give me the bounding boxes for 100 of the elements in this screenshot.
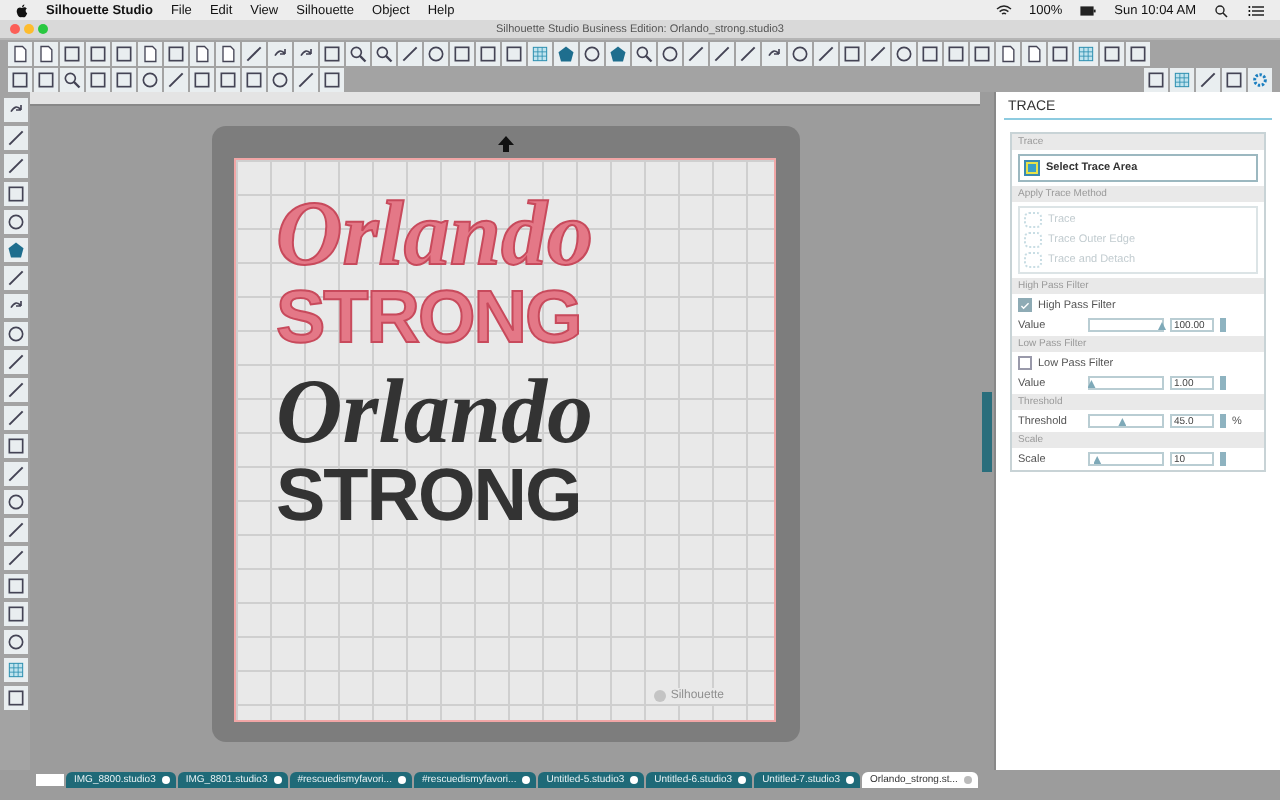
close-icon[interactable] xyxy=(630,776,639,784)
toolbar-button[interactable] xyxy=(944,42,968,66)
slider-thumb[interactable] xyxy=(1158,322,1166,330)
apple-logo-icon[interactable] xyxy=(16,3,28,17)
menu-list-icon[interactable] xyxy=(1248,3,1264,17)
toolbar-button[interactable] xyxy=(398,42,422,66)
toolbar-button[interactable] xyxy=(580,42,604,66)
toolbar-button[interactable] xyxy=(60,68,84,92)
toolbar-button[interactable] xyxy=(3,434,27,458)
toolbar-button[interactable] xyxy=(3,238,27,262)
toolbar-button[interactable] xyxy=(1222,68,1246,92)
toolbar-button[interactable] xyxy=(216,42,240,66)
toolbar-button[interactable] xyxy=(164,42,188,66)
toolbar-button[interactable] xyxy=(450,42,474,66)
wifi-icon[interactable] xyxy=(995,3,1012,17)
slider-track[interactable] xyxy=(1088,376,1164,390)
toolbar-button[interactable] xyxy=(3,294,27,318)
toolbar-button[interactable] xyxy=(242,68,266,92)
toolbar-button[interactable] xyxy=(3,154,27,178)
toolbar-button[interactable] xyxy=(1100,42,1124,66)
toolbar-button[interactable] xyxy=(918,42,942,66)
toolbar-button[interactable] xyxy=(294,68,318,92)
toolbar-button[interactable] xyxy=(3,378,27,402)
toolbar-button[interactable] xyxy=(970,42,994,66)
toolbar-button[interactable] xyxy=(242,42,266,66)
toolbar-button[interactable] xyxy=(320,68,344,92)
toolbar-button[interactable] xyxy=(34,68,58,92)
toolbar-button[interactable] xyxy=(3,210,27,234)
toolbar-button[interactable] xyxy=(3,462,27,486)
toolbar-button[interactable] xyxy=(34,42,58,66)
toolbar-button[interactable] xyxy=(684,42,708,66)
toolbar-button[interactable] xyxy=(268,42,292,66)
toolbar-button[interactable] xyxy=(632,42,656,66)
toolbar-button[interactable] xyxy=(138,42,162,66)
toolbar-button[interactable] xyxy=(3,406,27,430)
toolbar-button[interactable] xyxy=(762,42,786,66)
toolbar-button[interactable] xyxy=(658,42,682,66)
toolbar-button[interactable] xyxy=(138,68,162,92)
toolbar-button[interactable] xyxy=(3,602,27,626)
slider-thumb[interactable] xyxy=(1093,456,1102,464)
close-icon[interactable] xyxy=(522,776,531,784)
toolbar-button[interactable] xyxy=(3,322,27,346)
toolbar-button[interactable] xyxy=(3,126,27,150)
toolbar-button[interactable] xyxy=(8,68,32,92)
toolbar-button[interactable] xyxy=(268,68,292,92)
toolbar-button[interactable] xyxy=(554,42,578,66)
toolbar-button[interactable] xyxy=(216,68,240,92)
toolbar-button[interactable] xyxy=(3,98,27,122)
slider-thumb[interactable] xyxy=(1118,418,1127,426)
toolbar-button[interactable] xyxy=(3,518,27,542)
up-arrow-icon[interactable] xyxy=(495,134,515,154)
toolbar-button[interactable] xyxy=(606,42,630,66)
checkbox[interactable] xyxy=(1018,356,1032,370)
toolbar-button[interactable] xyxy=(3,686,27,710)
toolbar-button[interactable] xyxy=(1126,42,1150,66)
scrollbar-thumb[interactable] xyxy=(982,392,992,472)
toolbar-button[interactable] xyxy=(320,42,344,66)
close-icon[interactable] xyxy=(738,776,747,784)
slider-thumb[interactable] xyxy=(1087,380,1096,388)
toolbar-button[interactable] xyxy=(164,68,188,92)
toolbar-button[interactable] xyxy=(346,42,370,66)
toolbar-button[interactable] xyxy=(112,42,136,66)
toolbar-button[interactable] xyxy=(476,42,500,66)
toolbar-button[interactable] xyxy=(892,42,916,66)
toolbar-button[interactable] xyxy=(86,68,110,92)
toolbar-button[interactable] xyxy=(3,630,27,654)
search-icon[interactable] xyxy=(1214,3,1230,17)
close-icon[interactable] xyxy=(397,776,406,784)
slider-track[interactable] xyxy=(1088,452,1164,466)
toolbar-button[interactable] xyxy=(1048,42,1072,66)
toolbar-button[interactable] xyxy=(1144,68,1168,92)
toolbar-button[interactable] xyxy=(3,350,27,374)
toolbar-button[interactable] xyxy=(3,266,27,290)
checkbox[interactable] xyxy=(1018,298,1032,312)
close-icon[interactable] xyxy=(161,776,170,784)
toolbar-button[interactable] xyxy=(3,182,27,206)
toolbar-button[interactable] xyxy=(8,42,32,66)
toolbar-button[interactable] xyxy=(86,42,110,66)
toolbar-button[interactable] xyxy=(814,42,838,66)
toolbar-button[interactable] xyxy=(736,42,760,66)
close-icon[interactable] xyxy=(273,776,282,784)
slider-track[interactable] xyxy=(1088,414,1164,428)
toolbar-button[interactable] xyxy=(424,42,448,66)
toolbar-button[interactable] xyxy=(3,574,27,598)
toolbar-button[interactable] xyxy=(502,42,526,66)
battery-icon[interactable] xyxy=(1080,3,1097,17)
toolbar-button[interactable] xyxy=(710,42,734,66)
toolbar-button[interactable] xyxy=(1196,68,1220,92)
toolbar-button[interactable] xyxy=(3,546,27,570)
toolbar-button[interactable] xyxy=(372,42,396,66)
toolbar-button[interactable] xyxy=(788,42,812,66)
toolbar-button[interactable] xyxy=(3,490,27,514)
toolbar-button[interactable] xyxy=(996,42,1020,66)
toolbar-button[interactable] xyxy=(190,42,214,66)
slider-track[interactable] xyxy=(1088,318,1164,332)
toolbar-button[interactable] xyxy=(840,42,864,66)
toolbar-button[interactable] xyxy=(190,68,214,92)
close-icon[interactable] xyxy=(845,776,854,784)
toolbar-button[interactable] xyxy=(866,42,890,66)
toolbar-button[interactable] xyxy=(60,42,84,66)
